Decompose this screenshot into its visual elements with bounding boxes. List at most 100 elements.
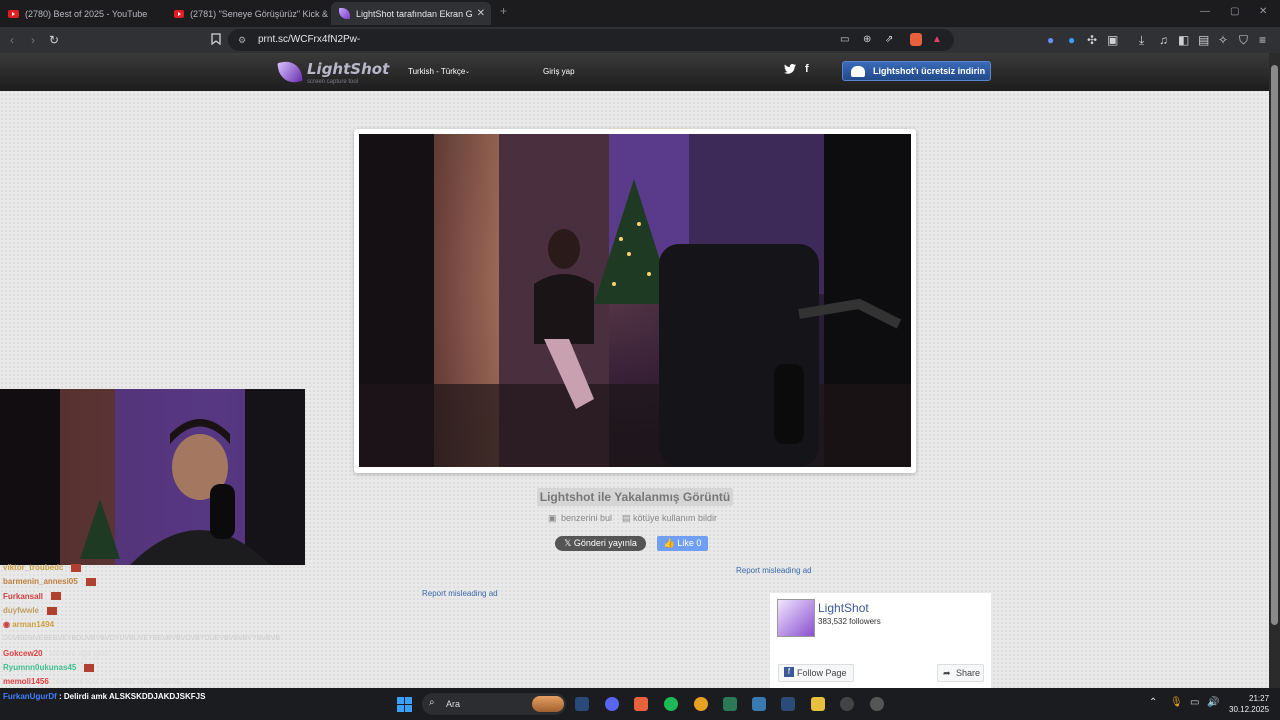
report-abuse-link[interactable]: kötüye kullanım bildir [633,513,717,523]
chat-message: viktor_troubedc : [3,561,303,575]
extensions-icon[interactable]: ✣ [1087,33,1097,47]
page-scrollbar[interactable] [1269,53,1280,688]
spotify-icon[interactable] [664,697,678,711]
clock-date[interactable]: 30.12.2025 [1229,705,1269,714]
steam-icon[interactable] [781,697,795,711]
close-window-icon[interactable]: ✕ [1259,6,1267,17]
screenshot-scene [359,134,911,467]
download-lightshot-button[interactable]: Lightshot'ı ücretsiz indirin [842,61,991,81]
download-icon[interactable]: ⤓ [1139,33,1144,47]
language-selector[interactable]: Turkish - Türkçe [408,67,465,76]
browser-toolbar: ‹ › ↻ ⚙ prnt.sc/WCFrx4fN2Pw- ▭ ⊕ ⇗ ▲ ● ●… [0,27,1280,53]
chat-username: Gokcew20 [3,648,43,658]
extension-box-icon[interactable]: ▣ [1107,33,1118,47]
microphone-icon[interactable]: 🎙 [1170,697,1183,708]
facebook-like-button[interactable]: 👍 Like 0 [657,536,708,551]
tweet-button[interactable]: 𝕏 Gönderi yayınla [555,536,646,551]
facebook-page-name[interactable]: LightShot [818,601,869,615]
app-icon[interactable] [752,697,766,711]
emote-icon [50,592,61,601]
lightshot-header: LightShot screen capture tool Turkish - … [0,53,1269,91]
scrollbar-thumb[interactable] [1271,65,1278,625]
leo-ai-icon[interactable]: ✧ [1218,33,1228,47]
follow-page-button[interactable]: f Follow Page [778,664,854,682]
extension-globe-icon[interactable]: ● [1047,33,1054,47]
extension-shazam-icon[interactable]: ● [1068,33,1075,47]
tab-title: (2780) Best of 2025 - YouTube [25,8,148,19]
site-info-icon[interactable]: ⚙ [238,33,246,47]
logo-subtitle: screen capture tool [307,79,359,85]
share-page-button[interactable]: ➦ Share [937,664,984,682]
tab-youtube-best-of-2025[interactable]: (2780) Best of 2025 - YouTube [0,2,165,25]
chat-message: duyfwwle : [3,604,303,618]
taskbar-search[interactable]: ⌕ Ara [422,693,566,715]
follow-page-label: Follow Page [797,668,847,678]
brave-shields-icon[interactable] [910,33,922,46]
volume-icon[interactable]: 🔊 [1207,697,1219,708]
report-misleading-ad-link[interactable]: Report misleading ad [422,589,498,598]
vpn-icon[interactable]: ⛉ [1239,33,1248,47]
chat-message: Ryumnn0ukunas45 : [3,661,303,675]
chat-username: barmenin_annesi05 [3,577,78,587]
minimize-icon[interactable]: — [1200,6,1210,17]
lightshot-page-avatar[interactable] [777,599,815,637]
network-icon[interactable]: ▭ [1190,697,1199,708]
maximize-icon[interactable]: ▢ [1230,6,1239,17]
reload-icon[interactable]: ↻ [49,33,59,47]
share-icon[interactable]: ⇗ [885,33,893,47]
menu-icon[interactable]: ≡ [1259,33,1266,47]
windows-start-icon[interactable] [397,697,412,712]
tab-youtube-seneye-gorusuruz[interactable]: (2781) "Seneye Görüşürüz" Kick & Tw [166,2,329,25]
address-bar[interactable]: ⚙ prnt.sc/WCFrx4fN2Pw- ▭ ⊕ ⇗ ▲ [228,29,954,51]
media-player-icon[interactable] [840,697,854,711]
flag-icon: ▤ [622,513,631,523]
chat-username: duyfwwle [3,605,40,615]
media-icon[interactable]: ♫ [1159,33,1168,47]
zoom-icon[interactable]: ⊕ [863,33,871,47]
chat-text: DUVBENIVEBEBVEYBDUVBVBVDYUVBUVEYBEVBVBVD… [3,635,280,643]
badge-icon: ◉ [3,620,10,630]
find-similar-link[interactable]: benzerini bul [561,513,612,523]
app-icon[interactable] [694,697,708,711]
wallet-icon[interactable]: ▤ [1198,33,1209,47]
discord-icon[interactable] [605,697,619,711]
brave-icon[interactable] [634,697,648,711]
logo-name: LightShot [307,60,390,78]
new-tab-icon[interactable]: + [500,4,507,18]
emote-icon [71,563,82,572]
lightshot-logo[interactable]: LightShot screen capture tool [277,59,389,87]
twitter-icon[interactable] [784,64,796,77]
bookmark-icon[interactable] [211,33,221,48]
tweet-button-label: Gönderi yayınla [573,538,637,548]
report-misleading-ad-link[interactable]: Report misleading ad [736,566,812,575]
back-icon[interactable]: ‹ [10,33,14,47]
terminal-icon[interactable] [723,697,737,711]
youtube-icon [174,9,185,18]
app-icon[interactable] [870,697,884,711]
chat-message: FurkanUgurDf : Delirdi amk ALSKSKDDJAKDJ… [3,692,206,701]
chat-message: Gokcew20 : kamera ağa girdi [3,648,109,658]
cloud-download-icon [851,66,865,77]
clock-time[interactable]: 21:27 [1249,694,1269,703]
screenshot-image[interactable] [359,134,911,467]
login-link[interactable]: Giriş yap [543,67,575,76]
facebook-followers-count: 383,532 followers [818,617,881,626]
search-icon: ⌕ [429,697,435,708]
tab-lightshot[interactable]: LightShot tarafından Ekran Görü ✕ [331,2,491,25]
chat-message: ◉ arman1494 : [3,620,59,630]
chevron-up-icon[interactable]: ⌃ [1149,697,1157,708]
close-tab-icon[interactable]: ✕ [477,8,485,19]
facebook-icon[interactable]: f [805,63,809,75]
cast-icon[interactable]: ▭ [840,33,849,47]
brave-rewards-icon[interactable]: ▲ [932,33,942,47]
camera-icon: ▣ [548,513,557,523]
steam-icon[interactable] [575,697,589,711]
facebook-page-widget: LightShot 383,532 followers f Follow Pag… [770,593,991,688]
share-arrow-icon: ➦ [943,668,951,678]
browser-tab-strip: (2780) Best of 2025 - YouTube (2781) "Se… [0,0,1280,27]
sidebar-icon[interactable]: ◧ [1178,33,1189,47]
file-explorer-icon[interactable] [811,697,825,711]
screenshot-title: Lightshot ile Yakalanmış Görüntü [537,488,733,506]
download-button-label: Lightshot'ı ücretsiz indirin [873,66,986,76]
forward-icon[interactable]: › [31,33,35,47]
